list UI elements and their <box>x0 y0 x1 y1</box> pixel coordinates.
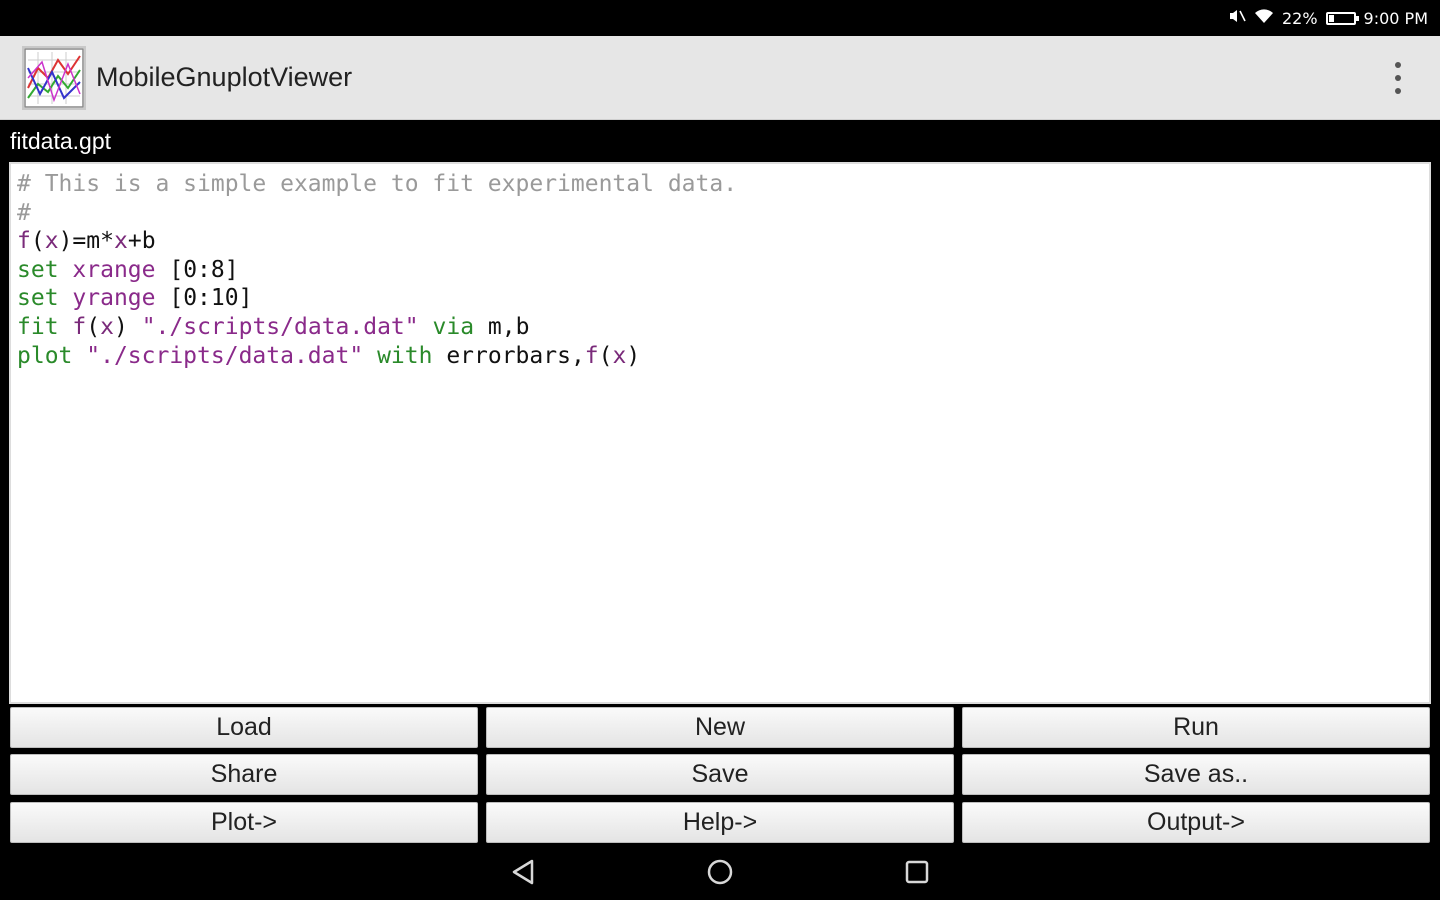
navigation-bar <box>0 848 1440 900</box>
recents-icon[interactable] <box>904 859 930 890</box>
code-line: # <box>17 199 31 226</box>
save-button[interactable]: Save <box>486 754 954 796</box>
mute-icon <box>1228 8 1246 28</box>
battery-icon <box>1325 11 1359 25</box>
code-line: set xrange [0:8] <box>17 256 239 283</box>
gnuplot-logo-icon <box>22 45 86 110</box>
back-icon[interactable] <box>510 858 536 891</box>
run-button[interactable]: Run <box>962 707 1430 748</box>
app-title: MobileGnuplotViewer <box>96 62 353 92</box>
code-line: plot "./scripts/data.dat" with errorbars… <box>17 342 641 369</box>
plot-button[interactable]: Plot-> <box>10 801 478 843</box>
status-bar: 22% 9:00 PM <box>0 0 1440 36</box>
home-icon[interactable] <box>706 858 734 891</box>
save-as-button[interactable]: Save as.. <box>962 754 1430 796</box>
output-button[interactable]: Output-> <box>962 801 1430 843</box>
code-line: fit f(x) "./scripts/data.dat" via m,b <box>17 313 530 340</box>
file-name: fitdata.gpt <box>10 128 112 154</box>
button-grid: Load New Run Share Save Save as.. Plot->… <box>10 707 1430 843</box>
new-button[interactable]: New <box>486 707 954 748</box>
app-bar: MobileGnuplotViewer <box>0 36 1440 120</box>
script-editor[interactable]: # This is a simple example to fit experi… <box>9 162 1431 704</box>
code-line: set yrange [0:10] <box>17 285 253 312</box>
load-button[interactable]: Load <box>10 707 478 748</box>
battery-percent: 22% <box>1281 8 1318 28</box>
clock: 9:00 PM <box>1363 8 1428 28</box>
wifi-icon <box>1254 8 1274 28</box>
code-line: f(x)=m*x+b <box>17 228 156 255</box>
help-button[interactable]: Help-> <box>486 801 954 843</box>
share-button[interactable]: Share <box>10 754 478 796</box>
overflow-menu-icon[interactable] <box>1390 62 1406 94</box>
code-line: # This is a simple example to fit experi… <box>17 171 738 197</box>
